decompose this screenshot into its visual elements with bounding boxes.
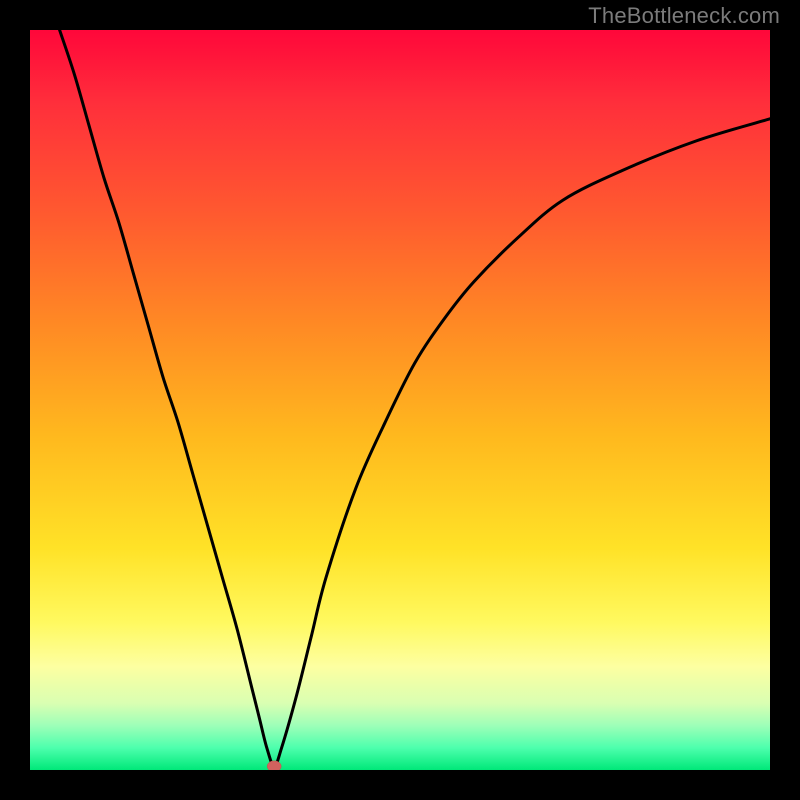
watermark-text: TheBottleneck.com <box>588 3 780 29</box>
bottleneck-curve <box>60 30 770 766</box>
minimum-marker <box>267 761 281 770</box>
curve-svg <box>30 30 770 770</box>
plot-area <box>30 30 770 770</box>
chart-root: TheBottleneck.com <box>0 0 800 800</box>
